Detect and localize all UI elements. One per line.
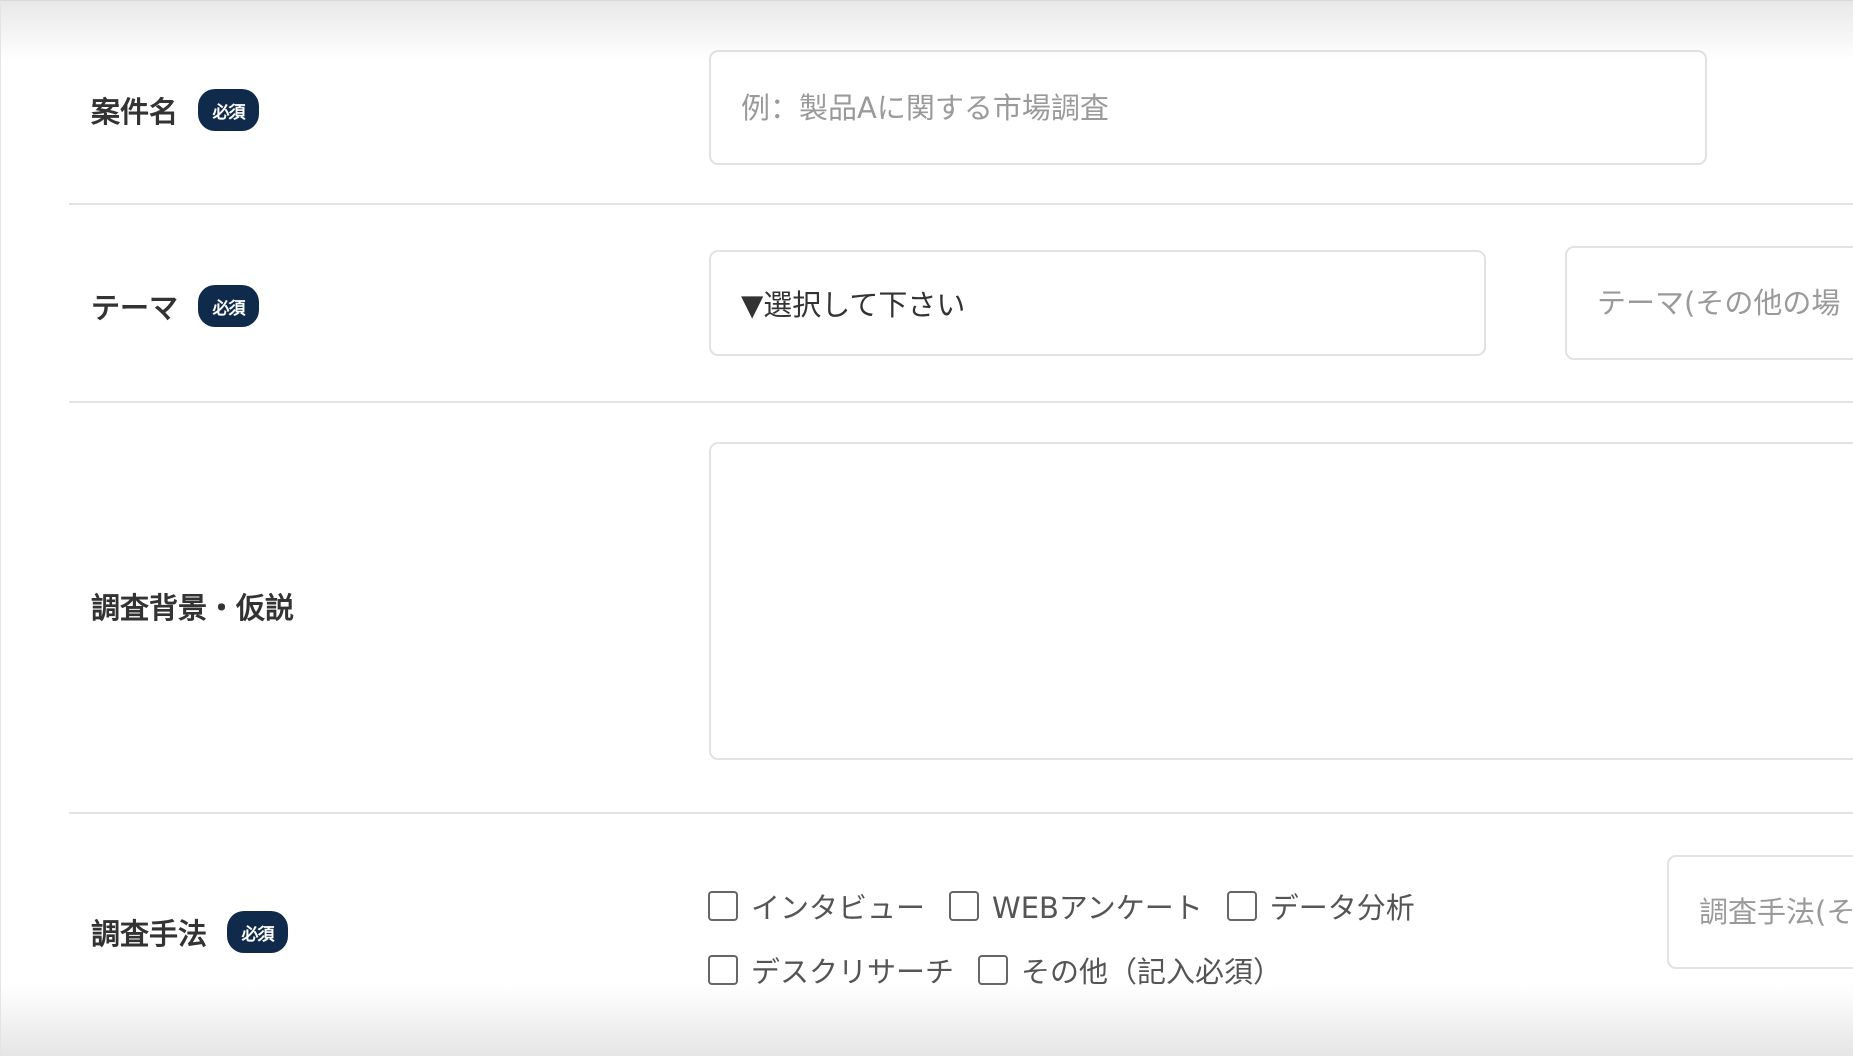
theme-label: テーマ 必須 — [91, 281, 260, 331]
checkbox-box[interactable] — [1226, 891, 1257, 921]
checkbox-web-survey[interactable]: WEBアンケート — [949, 885, 1203, 927]
theme-select[interactable]: ▼選択して下さい — [709, 250, 1486, 356]
checkbox-row: デスクリサーチ その他（記入必須） — [708, 950, 1668, 990]
method-checkbox-group: インタビュー WEBアンケート データ分析 デスクリサーチ その他（記入必須） — [708, 886, 1668, 1014]
theme-label-text: テーマ — [91, 291, 179, 325]
checkbox-box[interactable] — [708, 955, 738, 985]
checkbox-label: WEBアンケート — [992, 891, 1203, 925]
row-divider — [69, 812, 1853, 814]
checkbox-label: デスクリサーチ — [751, 955, 955, 989]
project-name-label-text: 案件名 — [91, 95, 179, 129]
checkbox-interview[interactable]: インタビュー — [708, 885, 925, 927]
project-name-input[interactable] — [709, 50, 1707, 165]
background-label-text: 調査背景・仮説 — [91, 591, 295, 625]
background-textarea[interactable] — [709, 442, 1853, 760]
research-request-form: 案件名 必須 テーマ 必須 ▼選択して下さい 調査背景・仮説 調査手法 必須 イ… — [0, 0, 1853, 1056]
row-divider — [69, 203, 1853, 205]
checkbox-label: その他（記入必須） — [1021, 955, 1283, 989]
checkbox-label: インタビュー — [751, 891, 926, 925]
required-badge: 必須 — [198, 89, 260, 131]
theme-other-input[interactable] — [1565, 246, 1853, 360]
required-badge: 必須 — [227, 911, 289, 953]
method-label: 調査手法 必須 — [91, 907, 289, 957]
theme-select-value: ▼選択して下さい — [741, 288, 966, 322]
method-other-input[interactable] — [1667, 855, 1853, 969]
background-label: 調査背景・仮説 — [91, 581, 294, 631]
checkbox-data-analysis[interactable]: データ分析 — [1226, 885, 1415, 927]
checkbox-other[interactable]: その他（記入必須） — [978, 949, 1282, 991]
checkbox-row: インタビュー WEBアンケート データ分析 — [708, 886, 1668, 926]
checkbox-box[interactable] — [978, 955, 1009, 985]
row-divider — [69, 401, 1853, 403]
checkbox-desk-research[interactable]: デスクリサーチ — [708, 949, 954, 991]
required-badge: 必須 — [198, 285, 260, 327]
checkbox-label: データ分析 — [1269, 891, 1415, 925]
project-name-label: 案件名 必須 — [91, 85, 260, 135]
checkbox-box[interactable] — [949, 891, 980, 921]
checkbox-box[interactable] — [708, 891, 738, 921]
method-label-text: 調査手法 — [91, 917, 208, 951]
